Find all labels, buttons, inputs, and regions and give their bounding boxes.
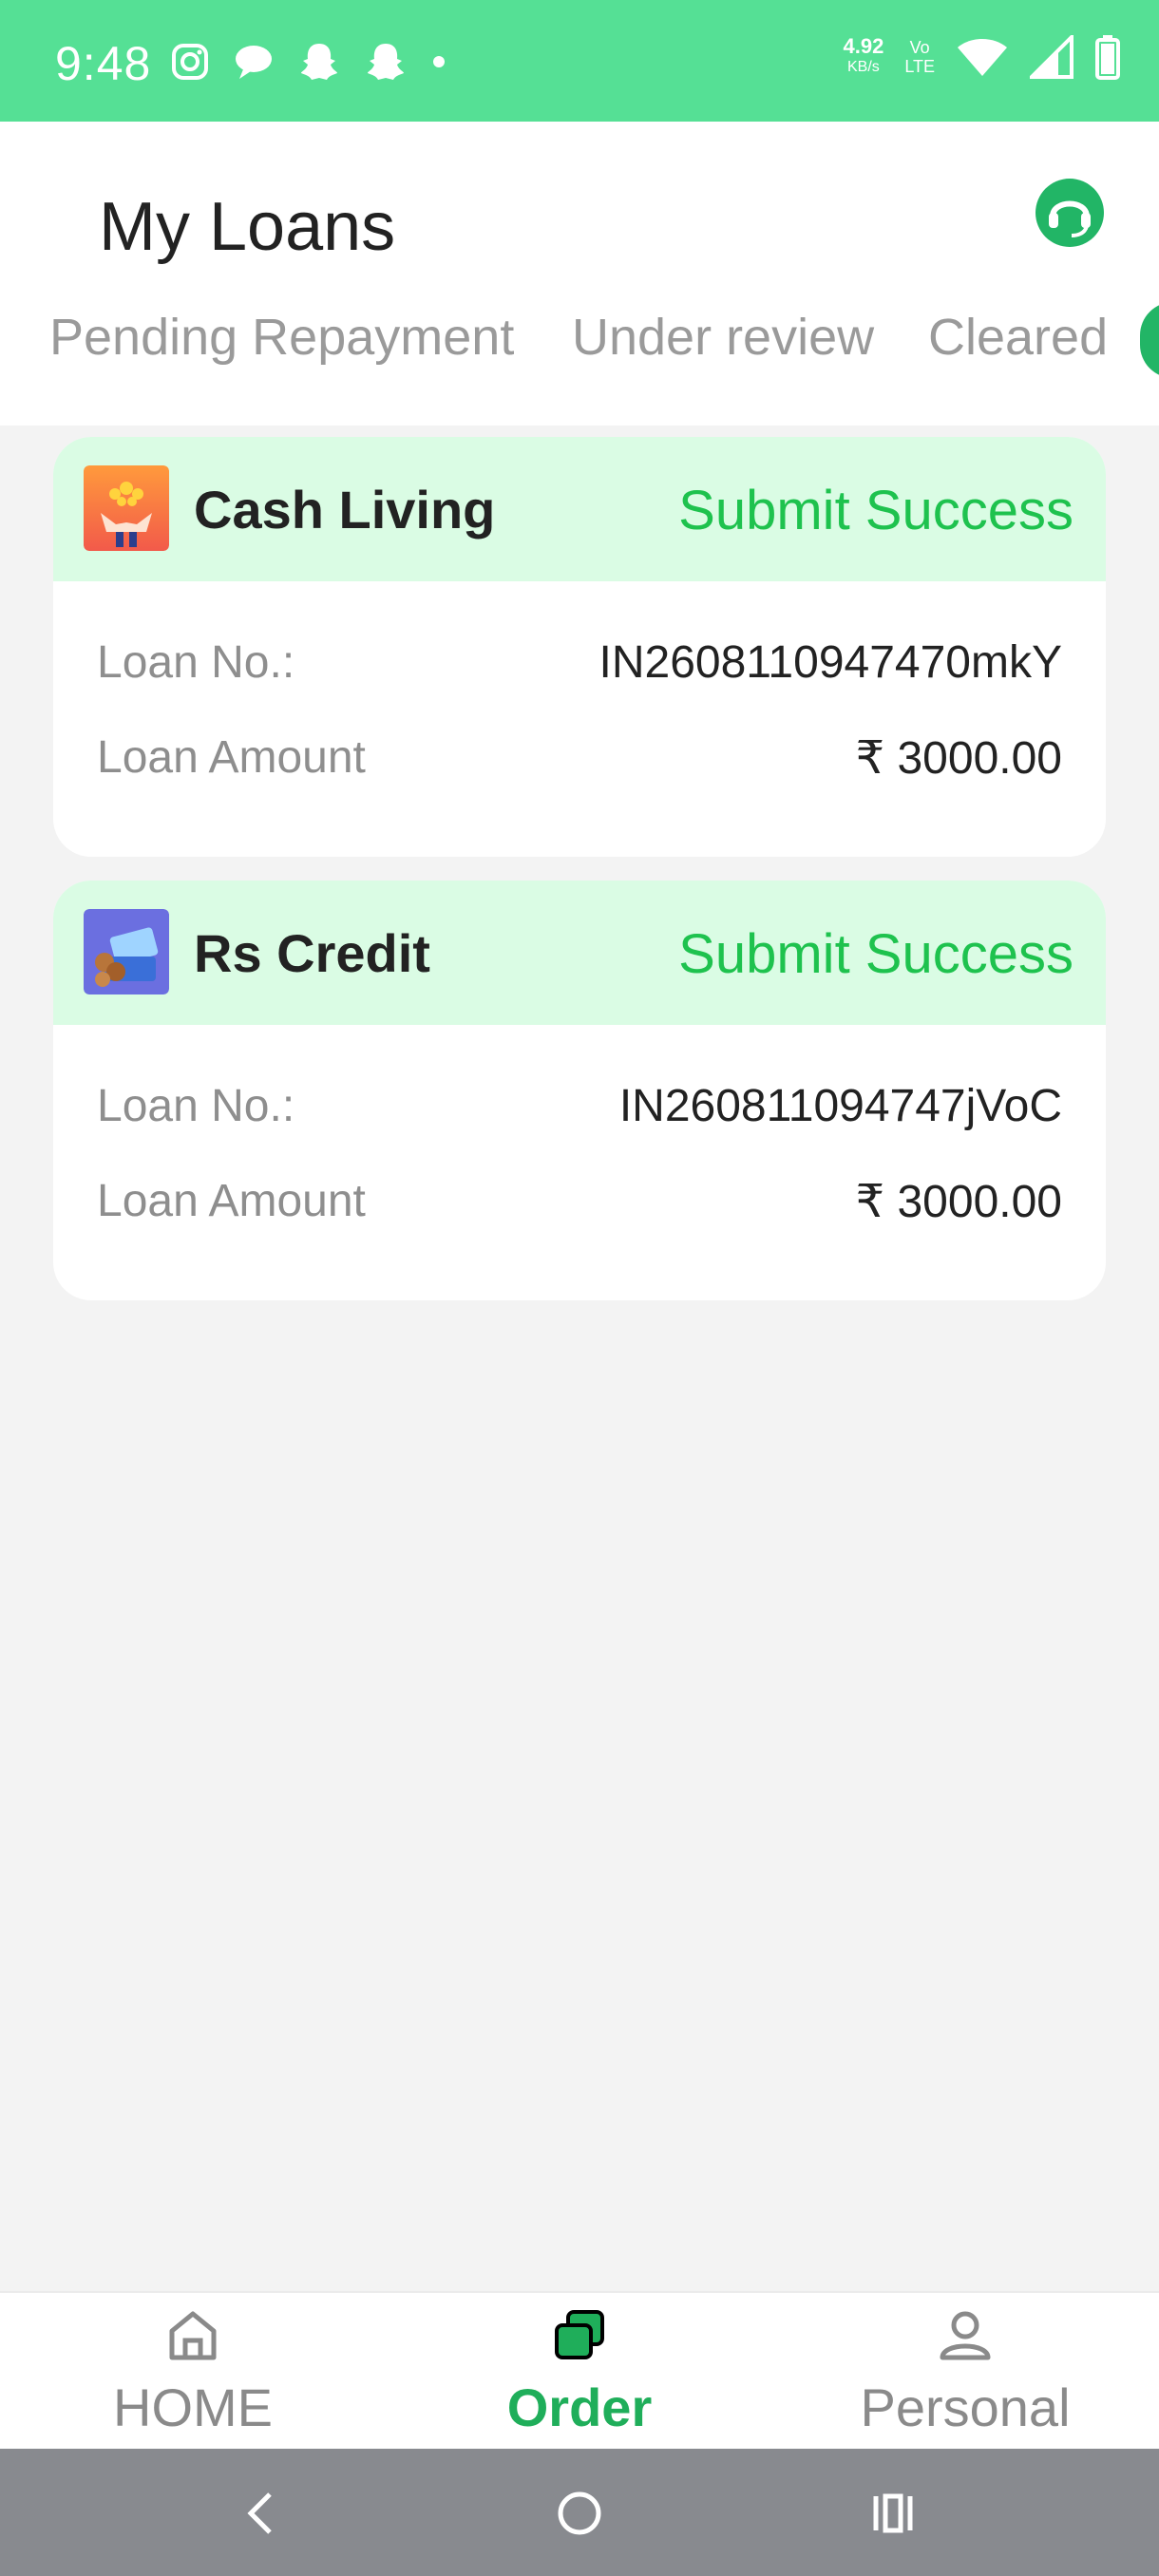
- nav-personal[interactable]: Personal: [823, 2293, 1108, 2451]
- status-badge: Submit Success: [678, 480, 1074, 541]
- recent-apps-icon[interactable]: [864, 2485, 922, 2542]
- loan-number-value: IN2608110947470mkY: [598, 637, 1062, 688]
- snapchat-icon: [301, 44, 337, 80]
- network-speed: 4.92 KB/s: [843, 36, 884, 78]
- loan-card-header: Cash Living Submit Success: [53, 437, 1106, 581]
- signal-icon: [1030, 35, 1074, 79]
- status-badge: Submit Success: [678, 923, 1074, 985]
- notification-icons: [171, 42, 446, 82]
- chat-icon: [236, 46, 272, 79]
- nav-home-label: HOME: [113, 2377, 273, 2437]
- back-icon[interactable]: [234, 2485, 291, 2542]
- loan-number-row: Loan No.: IN2608110947470mkY: [97, 636, 1062, 703]
- tab-under-review[interactable]: Under review: [572, 308, 874, 367]
- bottom-navigation: HOME Order Personal: [0, 2291, 1159, 2451]
- loan-number-row: Loan No.: IN260811094747jVoC: [97, 1080, 1062, 1146]
- loan-card[interactable]: Rs Credit Submit Success Loan No.: IN260…: [53, 881, 1106, 1300]
- person-icon: [940, 2311, 991, 2360]
- volte-bottom: LTE: [904, 57, 935, 76]
- home-circle-icon[interactable]: [551, 2485, 608, 2542]
- nav-order-label: Order: [506, 2377, 653, 2437]
- nav-home[interactable]: HOME: [50, 2293, 335, 2451]
- instagram-icon: [172, 44, 208, 80]
- loan-number-value: IN260811094747jVoC: [618, 1081, 1062, 1131]
- customer-support-icon[interactable]: [1034, 177, 1106, 249]
- home-icon: [169, 2311, 217, 2360]
- loan-card-header: Rs Credit Submit Success: [53, 881, 1106, 1025]
- loan-amount-label: Loan Amount: [97, 732, 366, 783]
- loan-amount-value: ₹ 3000.00: [855, 1177, 1062, 1227]
- tab-pending-repayment[interactable]: Pending Repayment: [49, 308, 514, 367]
- page-title: My Loans: [99, 189, 396, 265]
- net-speed-unit: KB/s: [847, 59, 880, 75]
- loan-amount-label: Loan Amount: [97, 1176, 366, 1226]
- volte-indicator: Vo LTE: [904, 38, 935, 76]
- lender-name: Cash Living: [194, 480, 496, 540]
- status-bar: 9:48 4.92 KB/s Vo LTE: [0, 0, 1159, 122]
- tab-overflow-indicator[interactable]: [1140, 302, 1159, 378]
- wifi-icon: [958, 39, 1007, 76]
- nav-personal-label: Personal: [860, 2377, 1071, 2437]
- lender-name: Rs Credit: [194, 923, 430, 983]
- loan-number-label: Loan No.:: [97, 637, 295, 688]
- system-indicators: 4.92 KB/s Vo LTE: [843, 34, 1121, 80]
- page-header: My Loans Pending Repayment Under review …: [0, 122, 1159, 426]
- rs-credit-logo-icon: [84, 909, 169, 994]
- loan-amount-value: ₹ 3000.00: [855, 733, 1062, 784]
- battery-icon: [1095, 35, 1120, 80]
- system-navigation-bar: [0, 2449, 1159, 2576]
- status-time: 9:48: [55, 37, 152, 90]
- nav-order[interactable]: Order: [437, 2293, 722, 2451]
- order-icon: [555, 2310, 604, 2359]
- tab-cleared[interactable]: Cleared: [928, 308, 1108, 367]
- dot-icon: [433, 56, 445, 67]
- loan-card[interactable]: Cash Living Submit Success Loan No.: IN2…: [53, 437, 1106, 857]
- loan-number-label: Loan No.:: [97, 1081, 295, 1131]
- loan-amount-row: Loan Amount ₹ 3000.00: [97, 731, 1062, 798]
- net-speed-value: 4.92: [843, 34, 884, 58]
- loan-amount-row: Loan Amount ₹ 3000.00: [97, 1175, 1062, 1241]
- cash-living-logo-icon: [84, 465, 169, 551]
- snapchat-icon: [368, 44, 404, 80]
- volte-top: Vo: [909, 38, 930, 57]
